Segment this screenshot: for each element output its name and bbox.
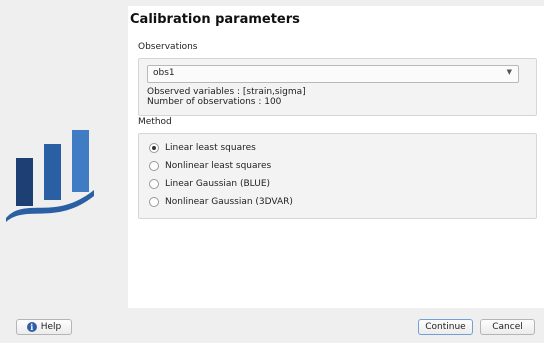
radio-nonlinear-gaussian-3dvar[interactable]: Nonlinear Gaussian (3DVAR) bbox=[149, 195, 293, 209]
info-icon: i bbox=[26, 322, 37, 332]
page-title: Calibration parameters bbox=[130, 12, 300, 27]
radio-indicator[interactable] bbox=[149, 143, 159, 153]
radio-label: Linear least squares bbox=[165, 143, 256, 153]
help-button[interactable]: i Help bbox=[16, 319, 72, 335]
cancel-button-label: Cancel bbox=[492, 322, 523, 332]
continue-button[interactable]: Continue bbox=[418, 319, 473, 335]
radio-indicator[interactable] bbox=[149, 161, 159, 171]
chevron-down-icon: ▼ bbox=[506, 68, 512, 76]
radio-nonlinear-least-squares[interactable]: Nonlinear least squares bbox=[149, 159, 271, 173]
wizard-side-panel bbox=[0, 0, 128, 308]
observed-variables-text: Observed variables : [strain,sigma] bbox=[147, 87, 306, 97]
continue-button-label: Continue bbox=[425, 322, 466, 332]
persalys-logo-icon bbox=[6, 130, 94, 222]
method-label: Method bbox=[138, 117, 172, 127]
number-of-observations-text: Number of observations : 100 bbox=[147, 97, 282, 107]
method-group: Linear least squares Nonlinear least squ… bbox=[138, 133, 537, 219]
wizard-page: Calibration parameters Observations obs1… bbox=[128, 6, 544, 308]
observations-group: obs1 ▼ Observed variables : [strain,sigm… bbox=[138, 58, 537, 116]
help-button-label: Help bbox=[40, 322, 62, 332]
radio-label: Nonlinear Gaussian (3DVAR) bbox=[165, 197, 293, 207]
radio-label: Linear Gaussian (BLUE) bbox=[165, 179, 271, 189]
cancel-button[interactable]: Cancel bbox=[480, 319, 535, 335]
radio-indicator[interactable] bbox=[149, 197, 159, 207]
radio-label: Nonlinear least squares bbox=[165, 161, 272, 171]
observations-combobox[interactable]: obs1 ▼ bbox=[147, 65, 519, 83]
observations-label: Observations bbox=[138, 42, 198, 52]
radio-linear-least-squares[interactable]: Linear least squares bbox=[149, 141, 256, 155]
radio-indicator[interactable] bbox=[149, 179, 159, 189]
radio-linear-gaussian-blue[interactable]: Linear Gaussian (BLUE) bbox=[149, 177, 270, 191]
observations-combobox-value: obs1 bbox=[153, 68, 175, 78]
